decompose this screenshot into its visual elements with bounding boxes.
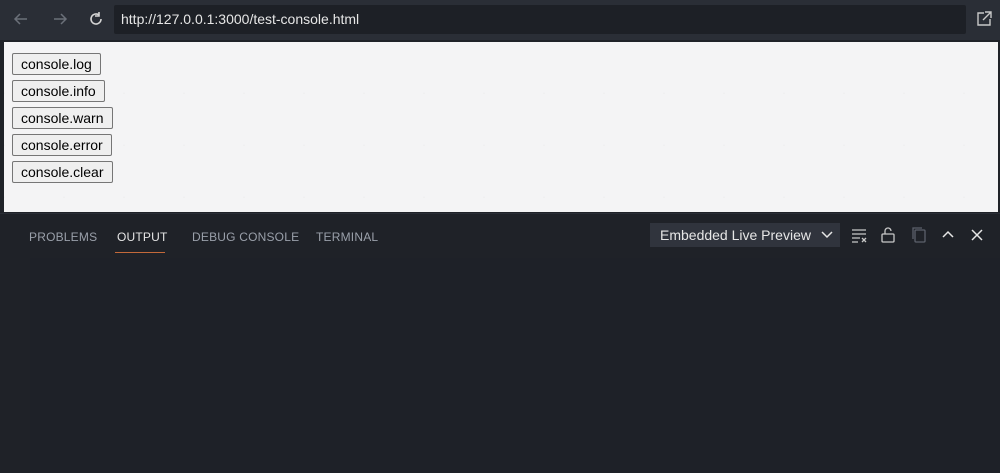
maximize-icon[interactable] [937, 224, 959, 246]
active-tab-indicator [115, 252, 165, 253]
console-log-button[interactable]: console.log [12, 53, 101, 75]
console-clear-button[interactable]: console.clear [12, 161, 113, 183]
bottom-panel: PROBLEMS OUTPUT DEBUG CONSOLE TERMINAL E… [0, 213, 1000, 473]
copy-icon[interactable] [908, 224, 930, 246]
console-error-button[interactable]: console.error [12, 134, 112, 156]
tab-problems[interactable]: PROBLEMS [29, 230, 97, 244]
url-input[interactable]: http://127.0.0.1:3000/test-console.html [114, 5, 966, 34]
tab-debug-console[interactable]: DEBUG CONSOLE [192, 230, 299, 244]
browser-toolbar: http://127.0.0.1:3000/test-console.html [0, 0, 1000, 40]
close-icon[interactable] [966, 224, 988, 246]
tab-terminal[interactable]: TERMINAL [316, 230, 378, 244]
output-channel-label: Embedded Live Preview [660, 227, 811, 243]
embedded-preview: console.log console.info console.warn co… [4, 42, 998, 212]
open-external-icon[interactable] [972, 7, 996, 31]
console-warn-button[interactable]: console.warn [12, 107, 113, 129]
chevron-down-icon [820, 223, 834, 254]
forward-icon[interactable] [47, 6, 73, 32]
lock-icon[interactable] [877, 224, 899, 246]
reload-icon[interactable] [83, 6, 109, 32]
back-icon[interactable] [8, 6, 34, 32]
clear-output-icon[interactable] [848, 224, 870, 246]
console-info-button[interactable]: console.info [12, 80, 105, 102]
output-area[interactable] [30, 258, 1000, 473]
tab-output[interactable]: OUTPUT [117, 230, 168, 244]
output-channel-select[interactable]: Embedded Live Preview [650, 223, 840, 247]
